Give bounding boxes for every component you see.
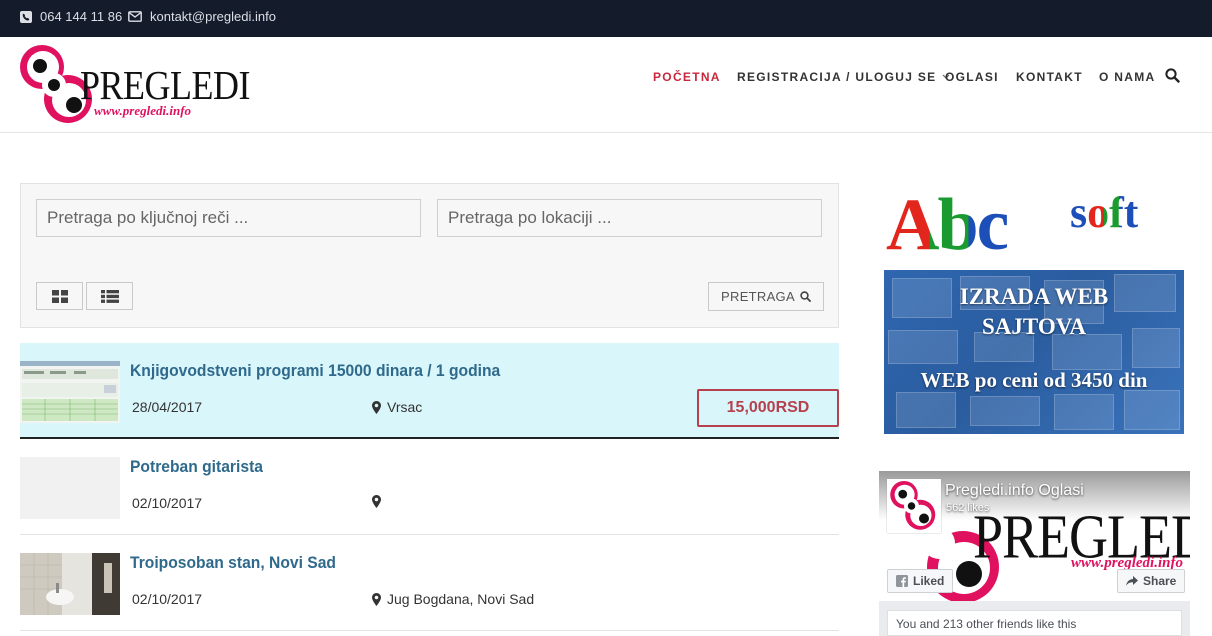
software-screenshot-thumbnail xyxy=(20,361,120,423)
list-view-icon xyxy=(100,289,119,303)
site-logo[interactable]: PREGLEDI www.pregledi.info xyxy=(18,45,251,125)
listing-item[interactable]: Knjigovodstveni programi 15000 dinara / … xyxy=(20,343,839,439)
share-button[interactable]: Share xyxy=(1117,569,1186,593)
facebook-cover[interactable]: PREGLEDI www.pregledi.info Pregledi.info… xyxy=(879,471,1190,601)
nav-registracija-label: REGISTRACIJA / ULOGUJ SE xyxy=(737,70,937,84)
share-arrow-icon xyxy=(1126,576,1138,586)
ad-headline: IZRADA WEB SAJTOVA xyxy=(884,282,1184,342)
listing-location-text: Jug Bogdana, Novi Sad xyxy=(387,591,535,607)
nav-o-nama[interactable]: O NAMA xyxy=(1099,37,1155,117)
share-button-label: Share xyxy=(1143,574,1177,588)
email-address: kontakt@pregledi.info xyxy=(150,9,276,24)
keyword-search-input[interactable] xyxy=(36,199,421,237)
listing-date: 28/04/2017 xyxy=(132,399,203,415)
phone-contact[interactable]: 064 144 11 86 xyxy=(20,0,122,33)
map-marker-icon xyxy=(372,495,381,508)
ad-line2: SAJTOVA xyxy=(982,314,1086,339)
facebook-logo-icon xyxy=(896,575,908,587)
envelope-icon xyxy=(128,11,142,22)
phone-icon xyxy=(20,10,32,23)
soft-logo-text: soft xyxy=(1070,187,1138,238)
nav-registracija[interactable]: REGISTRACIJA / ULOGUJ SE xyxy=(737,37,950,117)
liked-button[interactable]: Liked xyxy=(887,569,954,593)
listing-title[interactable]: Potreban gitarista xyxy=(130,457,263,477)
listing-title[interactable]: Knjigovodstveni programi 15000 dinara / … xyxy=(130,361,500,381)
ad-price-line: WEB po ceni od 3450 din xyxy=(920,368,1148,392)
map-marker-icon xyxy=(372,592,381,606)
avatar-logo-icon xyxy=(889,481,939,531)
search-button[interactable]: PRETRAGA xyxy=(708,282,824,311)
abc-text: Abc xyxy=(886,184,1009,266)
listing-title[interactable]: Troiposoban stan, Novi Sad xyxy=(130,553,336,573)
search-panel: PRETRAGA xyxy=(20,183,839,328)
nav-pocetna[interactable]: POČETNA xyxy=(653,37,721,117)
search-icon[interactable] xyxy=(1165,68,1180,83)
top-bar: 064 144 11 86 kontakt@pregledi.info xyxy=(0,0,1212,37)
listing-location: Jug Bogdana, Novi Sad xyxy=(372,591,534,607)
listing-thumbnail[interactable] xyxy=(20,361,120,423)
list-view-button[interactable] xyxy=(86,282,133,310)
listing-location xyxy=(372,495,387,508)
bathroom-photo-thumbnail xyxy=(20,553,120,615)
listing-item[interactable]: Potreban gitarista 02/10/2017 xyxy=(20,439,839,535)
soft-text: soft xyxy=(1070,188,1139,237)
facebook-page-avatar[interactable] xyxy=(887,479,941,533)
listing-thumbnail[interactable] xyxy=(20,553,120,615)
abcsoft-ad-banner[interactable]: Abc soft IZRADA WEB SAJTOVA WEB po ceni … xyxy=(884,183,1184,434)
abc-logo-text: Abc xyxy=(886,183,1009,268)
ad-blue-panel: IZRADA WEB SAJTOVA WEB po ceni od 3450 d… xyxy=(884,270,1184,434)
listing-location: Vrsac xyxy=(372,399,422,415)
abcsoft-logo: Abc soft xyxy=(884,183,1184,269)
nav-oglasi[interactable]: OGLASI xyxy=(945,37,999,117)
facebook-friends-text: You and 213 other friends like this xyxy=(887,610,1182,636)
phone-number: 064 144 11 86 xyxy=(40,9,123,24)
facebook-page-widget: PREGLEDI www.pregledi.info Pregledi.info… xyxy=(879,471,1190,636)
listing-location-text: Vrsac xyxy=(387,399,423,415)
search-icon xyxy=(800,291,811,302)
liked-button-label: Liked xyxy=(913,574,945,588)
logo-url: www.pregledi.info xyxy=(94,103,192,118)
listing-thumbnail[interactable] xyxy=(20,457,120,519)
facebook-page-name[interactable]: Pregledi.info Oglasi xyxy=(945,482,1084,500)
grid-view-icon xyxy=(51,289,68,303)
location-search-input[interactable] xyxy=(437,199,822,237)
facebook-likes-count: 562 likes xyxy=(946,502,990,514)
ad-line1: IZRADA WEB xyxy=(959,284,1109,309)
search-button-label: PRETRAGA xyxy=(721,289,795,304)
price-badge: 15,000RSD xyxy=(697,389,839,427)
grid-view-button[interactable] xyxy=(36,282,83,310)
map-marker-icon xyxy=(372,400,381,414)
listing-date: 02/10/2017 xyxy=(132,495,203,511)
nav-kontakt[interactable]: KONTAKT xyxy=(1016,37,1083,117)
listing-item[interactable]: Troiposoban stan, Novi Sad 02/10/2017 Ju… xyxy=(20,535,839,631)
listing-date: 02/10/2017 xyxy=(132,591,203,607)
email-contact[interactable]: kontakt@pregledi.info xyxy=(128,0,276,33)
site-header: PREGLEDI www.pregledi.info POČETNA REGIS… xyxy=(0,37,1212,133)
